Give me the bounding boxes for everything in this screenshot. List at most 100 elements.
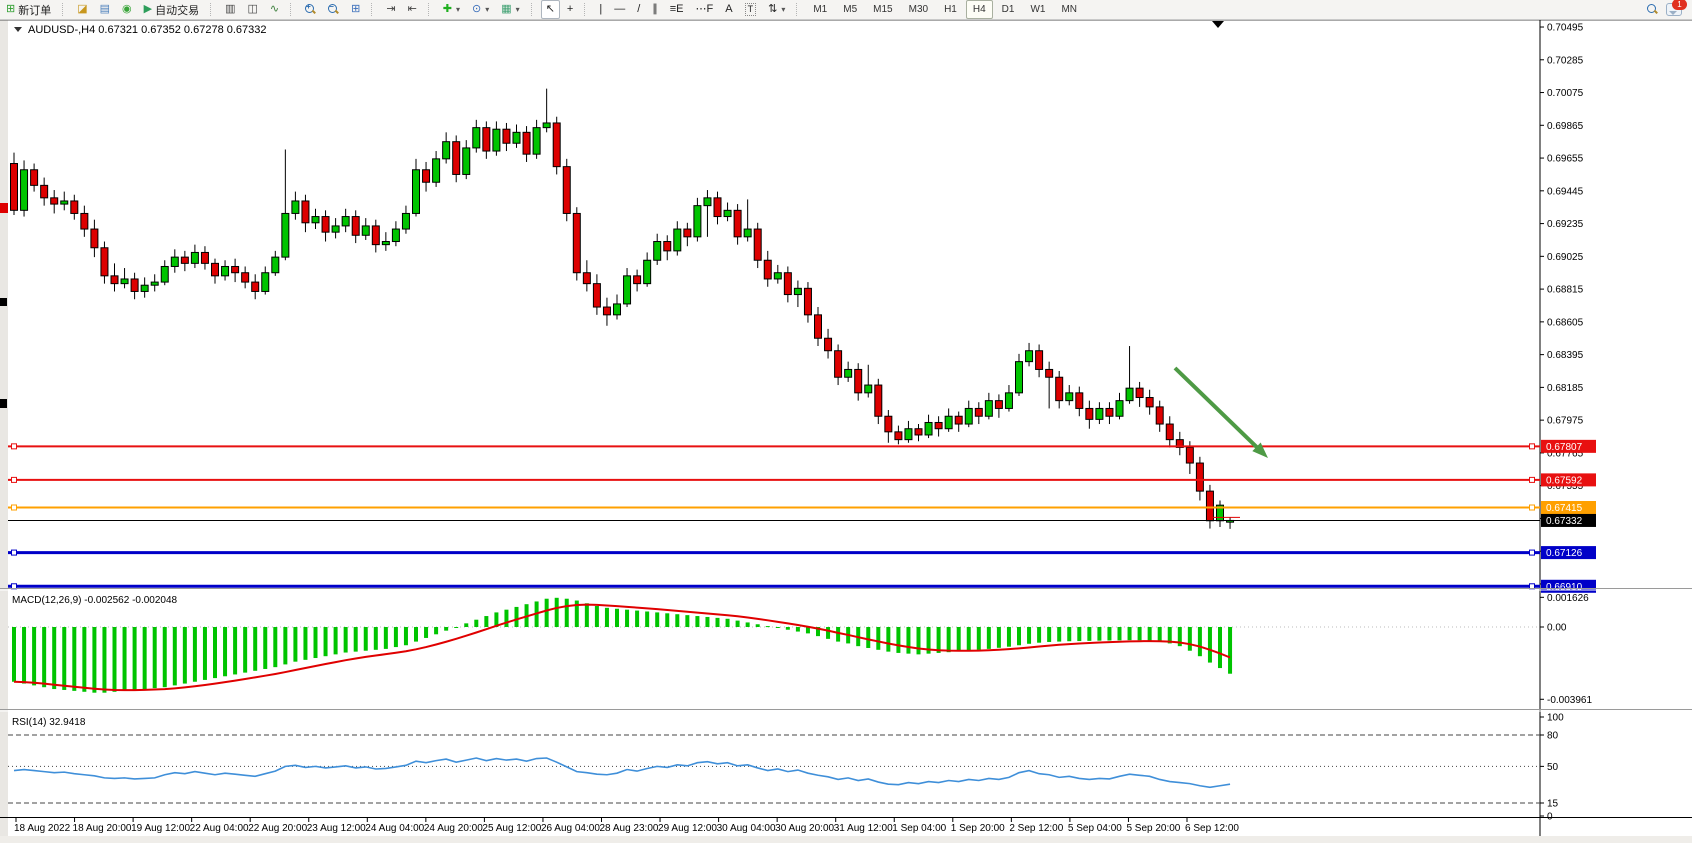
periods-button[interactable]: ⊙▾ <box>467 0 494 19</box>
indicators-icon: ✚ <box>443 4 452 15</box>
line-handle[interactable] <box>12 505 17 510</box>
arrows-button[interactable]: ⇅▾ <box>763 0 790 19</box>
hline-0.67592[interactable]: 0.67592 <box>8 473 1596 486</box>
clipped-candle-mark <box>0 298 7 306</box>
trendline-button[interactable]: / <box>632 0 645 19</box>
macd-axis-label: 0.001626 <box>1547 593 1589 604</box>
crosshair-button[interactable]: + <box>562 0 578 19</box>
hline-0.67332[interactable]: 0.67332 <box>8 514 1596 527</box>
hline-0.66910[interactable]: 0.66910 <box>8 580 1596 593</box>
svg-text:18 Aug 20:00: 18 Aug 20:00 <box>73 823 132 834</box>
svg-text:23 Aug 12:00: 23 Aug 12:00 <box>307 823 366 834</box>
time-axis[interactable]: 18 Aug 202218 Aug 20:0019 Aug 12:0022 Au… <box>14 818 1239 834</box>
svg-text:0.69445: 0.69445 <box>1547 186 1584 197</box>
text-icon: A <box>725 4 732 15</box>
line-handle[interactable] <box>12 444 17 449</box>
terminal-window: ⊞新订单◪▤◉▶自动交易▥◫∿+−⊞⇥⇤✚▾⊙▾▦▾↖+|—/∥≡E⋯FAT⇅▾… <box>0 0 1692 843</box>
line-handle[interactable] <box>1530 444 1535 449</box>
svg-text:2 Sep 12:00: 2 Sep 12:00 <box>1009 823 1063 834</box>
chevron-down-icon: ▾ <box>516 5 520 14</box>
toolbar-separator <box>796 3 801 16</box>
chart-shift-marker[interactable] <box>1212 21 1224 28</box>
chart-bars-button[interactable]: ▥ <box>220 0 240 19</box>
styles-button[interactable]: ◪ <box>72 0 92 19</box>
rsi-line <box>14 758 1230 787</box>
drawn-arrow[interactable] <box>1175 368 1268 458</box>
macd-label: MACD(12,26,9) -0.002562 -0.002048 <box>12 595 178 606</box>
profile-button[interactable]: ▤ <box>95 0 115 19</box>
timeframe-w1-button[interactable]: W1 <box>1023 0 1052 19</box>
hline-icon: — <box>614 4 625 15</box>
svg-text:0.69235: 0.69235 <box>1547 219 1584 230</box>
cursor-button[interactable]: ↖ <box>541 0 560 19</box>
autotrade-button[interactable]: ▶自动交易 <box>139 0 204 19</box>
autotrade-icon: ▶ <box>144 4 152 15</box>
svg-text:0.68185: 0.68185 <box>1547 383 1584 394</box>
rsi-axis-label: 0 <box>1547 812 1553 823</box>
window-menu-icon[interactable] <box>14 27 22 32</box>
autoscroll-button[interactable]: ⇥ <box>381 0 400 19</box>
timeframe-h4-button[interactable]: H4 <box>966 0 993 19</box>
chart-candles-button[interactable]: ◫ <box>243 0 263 19</box>
templates-button[interactable]: ▦▾ <box>496 0 524 19</box>
svg-text:0.68395: 0.68395 <box>1547 350 1584 361</box>
zoom-out-button[interactable]: − <box>323 0 344 19</box>
fibo-retracement-icon: ⋯F <box>696 4 714 15</box>
chart-area[interactable]: 0.704950.702850.700750.698650.696550.694… <box>0 0 1692 843</box>
channel-button[interactable]: ∥ <box>647 0 663 19</box>
svg-text:31 Aug 12:00: 31 Aug 12:00 <box>834 823 893 834</box>
chevron-down-icon: ▾ <box>485 5 489 14</box>
fibo-retracement-button[interactable]: ⋯F <box>691 0 719 19</box>
timeframe-h1-button[interactable]: H1 <box>937 0 964 19</box>
line-handle[interactable] <box>12 550 17 555</box>
chart-candles-icon: ◫ <box>248 4 258 15</box>
label-button[interactable]: T <box>740 0 762 19</box>
svg-text:0.66910: 0.66910 <box>1546 582 1583 593</box>
notification-badge: 1 <box>1672 0 1687 10</box>
hline-0.67415[interactable]: 0.67415 <box>8 501 1596 514</box>
svg-text:1 Sep 20:00: 1 Sep 20:00 <box>951 823 1005 834</box>
timeframe-m30-button[interactable]: M30 <box>902 0 935 19</box>
line-handle[interactable] <box>12 477 17 482</box>
new-order-button-label: 新订单 <box>18 2 51 18</box>
hline-0.67126[interactable]: 0.67126 <box>8 546 1596 559</box>
hline-button[interactable]: — <box>609 0 630 19</box>
svg-text:0.69655: 0.69655 <box>1547 154 1584 165</box>
signal-icon: ◉ <box>122 4 132 15</box>
chart-shift-button[interactable]: ⇤ <box>403 0 422 19</box>
svg-text:24 Aug 04:00: 24 Aug 04:00 <box>365 823 424 834</box>
indicators-button[interactable]: ✚▾ <box>438 0 465 19</box>
svg-text:18 Aug 2022: 18 Aug 2022 <box>14 823 71 834</box>
vline-button[interactable]: | <box>594 0 607 19</box>
timeframe-mn-button[interactable]: MN <box>1054 0 1084 19</box>
chat-button[interactable]: 1 <box>1666 3 1682 16</box>
channel-icon: ∥ <box>652 4 658 15</box>
tile-windows-button[interactable]: ⊞ <box>346 0 365 19</box>
chart-line-button[interactable]: ∿ <box>265 0 284 19</box>
signal-button[interactable]: ◉ <box>117 0 137 19</box>
macd-axis-label: -0.003961 <box>1547 695 1592 706</box>
new-order-button[interactable]: ⊞新订单 <box>1 0 56 19</box>
timeframe-m1-button[interactable]: M1 <box>806 0 834 19</box>
zoom-in-button[interactable]: + <box>300 0 321 19</box>
zoom-in-icon: + <box>305 4 316 15</box>
timeframe-d1-button[interactable]: D1 <box>995 0 1022 19</box>
text-button[interactable]: A <box>720 0 737 19</box>
fibo-channel-icon: ≡E <box>670 4 684 15</box>
toolbar-separator <box>584 3 589 16</box>
line-handle[interactable] <box>1530 477 1535 482</box>
rsi-axis-label: 50 <box>1547 762 1559 773</box>
arrows-icon: ⇅ <box>768 4 777 15</box>
svg-text:22 Aug 20:00: 22 Aug 20:00 <box>248 823 307 834</box>
candles <box>11 89 1234 529</box>
line-handle[interactable] <box>1530 505 1535 510</box>
hline-0.67807[interactable]: 0.67807 <box>8 440 1596 453</box>
svg-text:0.68605: 0.68605 <box>1547 317 1584 328</box>
timeframe-m5-button[interactable]: M5 <box>836 0 864 19</box>
chart-shift-icon: ⇤ <box>408 4 417 15</box>
search-icon[interactable] <box>1647 4 1658 15</box>
timeframe-m15-button[interactable]: M15 <box>866 0 899 19</box>
main-toolbar: ⊞新订单◪▤◉▶自动交易▥◫∿+−⊞⇥⇤✚▾⊙▾▦▾↖+|—/∥≡E⋯FAT⇅▾… <box>0 0 1692 20</box>
fibo-channel-button[interactable]: ≡E <box>665 0 689 19</box>
line-handle[interactable] <box>1530 550 1535 555</box>
